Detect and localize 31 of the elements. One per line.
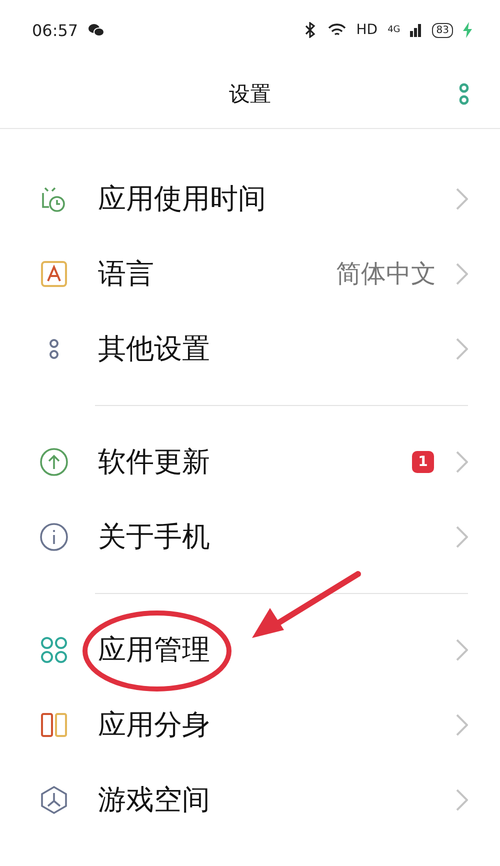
battery-level: 83 [432, 22, 453, 38]
setting-label[interactable]: 语言 [98, 254, 336, 292]
page-title: 设置 [229, 81, 271, 108]
chevron-icon [456, 338, 468, 360]
setting-label[interactable]: 关于手机 [98, 518, 456, 556]
up-arrow-circle-icon [38, 446, 70, 478]
info-icon [38, 520, 70, 552]
hexagon-icon [38, 784, 70, 816]
wifi-icon [328, 22, 346, 38]
setting-value: 简体中文 [336, 258, 436, 290]
setting-label[interactable]: 软件更新 [98, 442, 412, 480]
chevron-icon [456, 788, 468, 810]
setting-label[interactable]: 应用使用时间 [98, 180, 456, 218]
network-label: HD [356, 22, 378, 38]
clock-time: 06:57 [32, 20, 78, 40]
chevron-icon [456, 526, 468, 548]
setting-label[interactable]: 游戏空间 [98, 780, 456, 818]
chevron-icon [456, 714, 468, 736]
more-options-icon[interactable] [458, 83, 470, 105]
setting-label[interactable]: 应用管理 [98, 630, 456, 668]
chevron-icon [456, 638, 468, 660]
setting-label[interactable]: 应用分身 [98, 706, 456, 744]
signal-icon [410, 23, 422, 37]
more-dots-icon [49, 338, 59, 358]
chevron-icon [456, 450, 468, 472]
signal-label: 4G [388, 25, 400, 35]
setting-label[interactable]: 其他设置 [98, 330, 456, 368]
count-badge: 1 [412, 450, 434, 472]
chevron-icon [456, 188, 468, 210]
chat-bubbles-icon [88, 23, 104, 37]
chevron-icon [456, 262, 468, 284]
